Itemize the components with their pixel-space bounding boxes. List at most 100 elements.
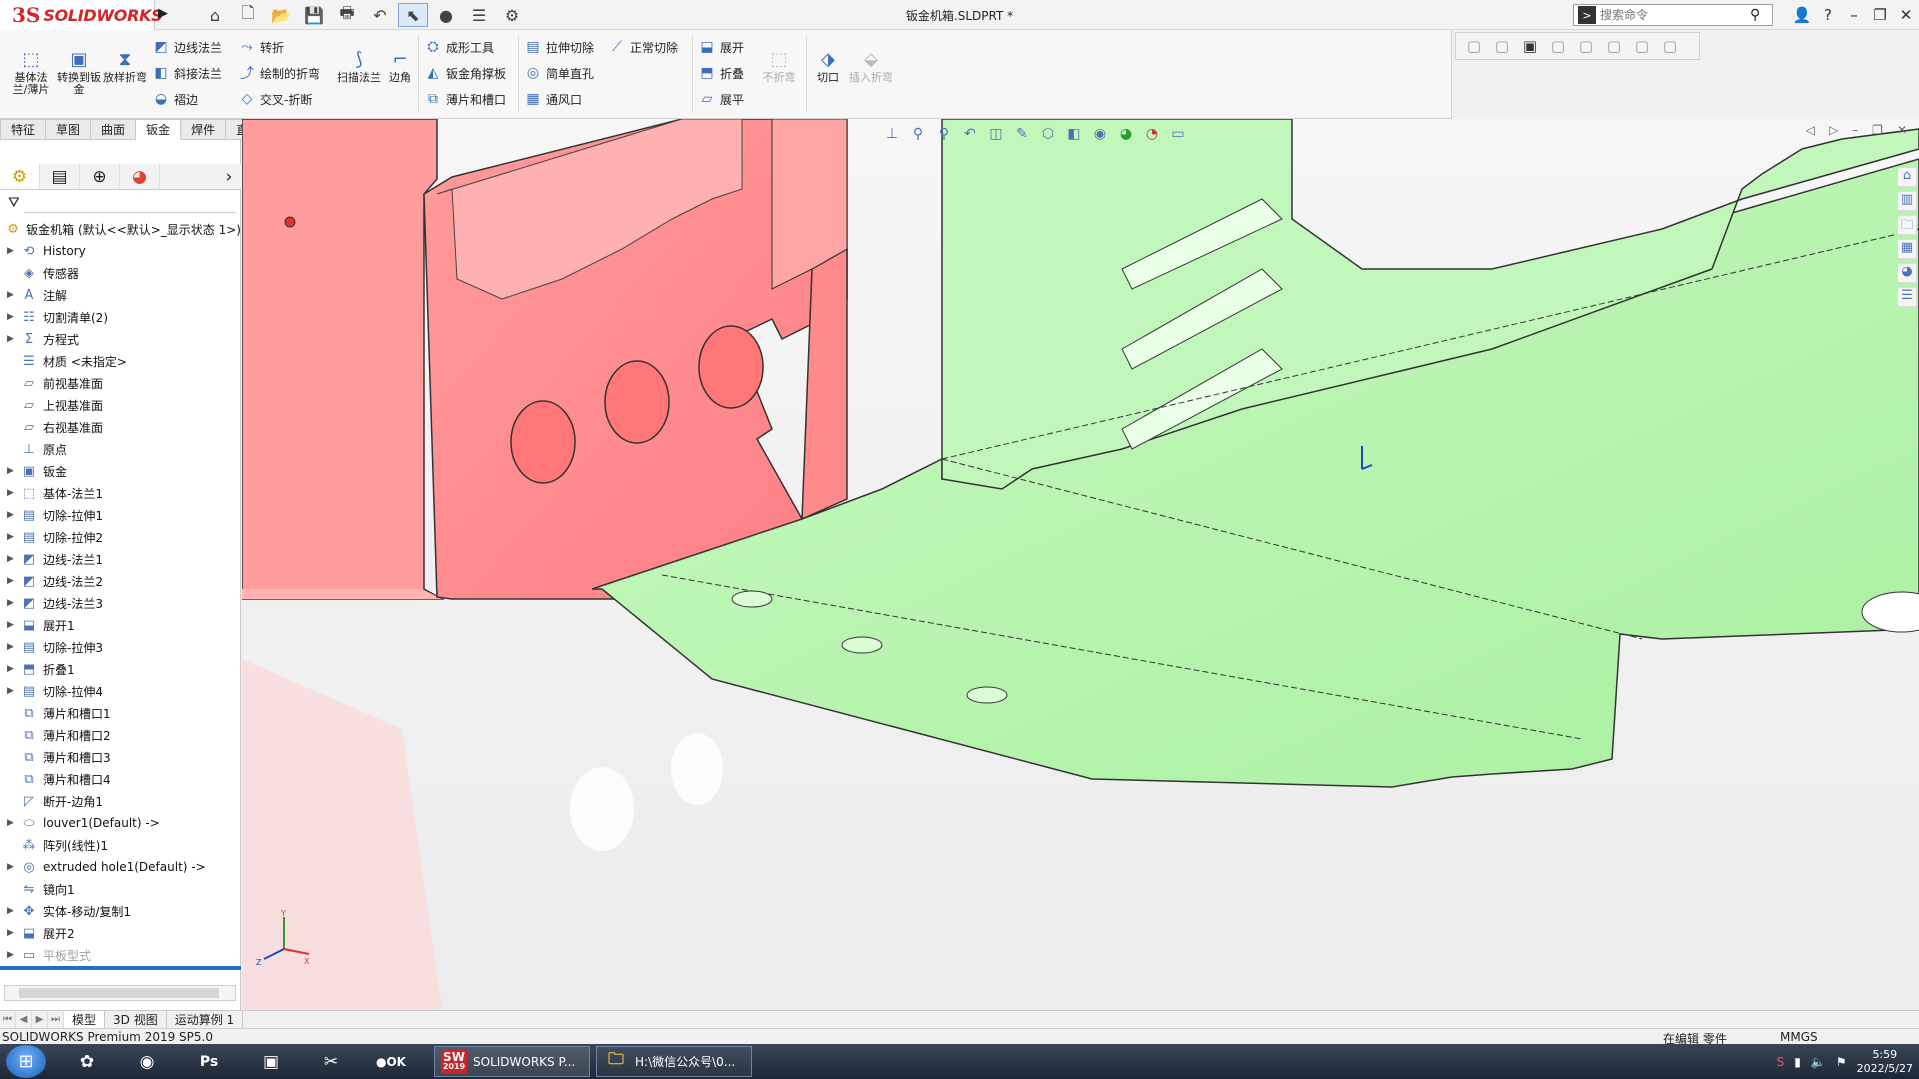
edge-flange-button[interactable]: ◩ 边线法兰: [152, 36, 222, 58]
select-icon[interactable]: ⬉: [398, 3, 428, 27]
tree-item[interactable]: ▶ ◩ 边线-法兰1: [0, 548, 241, 570]
expand-arrow-icon[interactable]: ▶: [7, 466, 19, 476]
tree-item[interactable]: ▶ ◎ extruded hole1(Default) ->: [0, 856, 241, 878]
search-input[interactable]: [1600, 8, 1750, 22]
tree-item[interactable]: ▶ ◩ 边线-法兰3: [0, 592, 241, 614]
tree-item[interactable]: ⧉ 薄片和槽口2: [0, 724, 241, 746]
vent-button[interactable]: ▦ 通风口: [524, 88, 582, 110]
expand-arrow-icon[interactable]: ▶: [7, 642, 19, 652]
tree-item[interactable]: ⇋ 镜向1: [0, 878, 241, 900]
tree-item[interactable]: ◸ 断开-边角1: [0, 790, 241, 812]
jog-button[interactable]: ⤳ 转折: [238, 36, 284, 58]
restore-icon[interactable]: ❐: [1867, 0, 1893, 30]
flatten-button[interactable]: ▱ 展平: [698, 88, 744, 110]
expand-arrow-icon[interactable]: ▶: [7, 950, 19, 960]
model-tab-0[interactable]: 模型: [64, 1011, 106, 1028]
extruded-cut-button[interactable]: ▤ 拉伸切除: [524, 36, 594, 58]
model-tab-1[interactable]: 3D 视图: [105, 1011, 167, 1028]
lofted-bend-button[interactable]: ⧗ 放样折弯: [102, 50, 148, 84]
toolbar-icon[interactable]: ▢: [1546, 37, 1570, 55]
monitor-icon[interactable]: ▭: [1168, 126, 1188, 142]
expand-arrow-icon[interactable]: ▶: [7, 334, 19, 344]
hide-show-icon[interactable]: ◉: [1090, 126, 1110, 142]
tab-slot-button[interactable]: ⧉ 薄片和槽口: [424, 88, 506, 110]
traffic-light-icon[interactable]: ●: [431, 3, 461, 27]
start-button[interactable]: ⊞: [6, 1045, 46, 1078]
tree-item[interactable]: ▶ ▭ 平板型式: [0, 944, 241, 966]
section-view-icon[interactable]: ◫: [986, 126, 1006, 142]
flag-icon[interactable]: ⚑: [1836, 1055, 1847, 1069]
filter-field[interactable]: [24, 195, 236, 213]
configuration-manager-icon[interactable]: ⊕: [80, 164, 120, 189]
gear-icon[interactable]: ⚙: [497, 3, 527, 27]
expand-arrow-icon[interactable]: ▶: [7, 818, 19, 828]
tree-item[interactable]: ▶ ▤ 切除-拉伸4: [0, 680, 241, 702]
solidworks-taskbar-window[interactable]: SW 2019 SOLIDWORKS P...: [434, 1046, 590, 1077]
expand-arrow-icon[interactable]: ▶: [7, 928, 19, 938]
insert-bends-button[interactable]: ⬙ 插入折弯: [848, 50, 894, 84]
tree-item[interactable]: ▶ ◩ 边线-法兰2: [0, 570, 241, 592]
tree-item[interactable]: ◈ 传感器: [0, 262, 241, 284]
tab-4[interactable]: 焊件: [181, 119, 227, 140]
horizontal-scrollbar[interactable]: [4, 985, 236, 1001]
tree-item[interactable]: ▶ ▤ 切除-拉伸2: [0, 526, 241, 548]
tree-item[interactable]: ▶ ▣ 钣金: [0, 460, 241, 482]
tree-item[interactable]: ☰ 材质 <未指定>: [0, 350, 241, 372]
expand-arrow-icon[interactable]: ▶: [7, 554, 19, 564]
ime-icon[interactable]: S: [1777, 1055, 1785, 1069]
view-orientation-icon[interactable]: ⊥: [882, 126, 902, 142]
appearances-icon[interactable]: ◕: [1897, 263, 1917, 283]
rip-button[interactable]: ⬗ 切口: [808, 50, 848, 84]
no-bends-button[interactable]: ⬚ 不折弯: [756, 50, 802, 84]
tree-item[interactable]: ⁂ 阵列(线性)1: [0, 834, 241, 856]
next-tab-icon[interactable]: ▶: [32, 1011, 48, 1028]
expand-arrow-icon[interactable]: ▶: [7, 620, 19, 630]
view-palette-icon[interactable]: ▦: [1897, 239, 1917, 259]
new-doc-icon[interactable]: 🗋: [233, 3, 263, 27]
tree-item[interactable]: ▶ ⬭ louver1(Default) ->: [0, 812, 241, 834]
search-box[interactable]: > ⚲: [1573, 4, 1773, 26]
viewport-restore-icon[interactable]: ❐: [1872, 123, 1883, 137]
clock[interactable]: 5:59 2022/5/27: [1857, 1048, 1913, 1076]
tab-0[interactable]: 特征: [0, 119, 47, 140]
photos-app-icon[interactable]: ✿: [60, 1046, 114, 1077]
tree-item[interactable]: ▶ ⬒ 折叠1: [0, 658, 241, 680]
expand-arrow-icon[interactable]: ▶: [7, 510, 19, 520]
filter-icon[interactable]: ⛛: [8, 195, 20, 211]
resources-icon[interactable]: ⌂: [1897, 167, 1917, 187]
tree-item[interactable]: ▶ ▤ 切除-拉伸3: [0, 636, 241, 658]
toolbar-icon[interactable]: ▢: [1658, 37, 1682, 55]
expand-arrow-icon[interactable]: ▶: [7, 246, 19, 256]
tree-item[interactable]: ▶ ▤ 切除-拉伸1: [0, 504, 241, 526]
tree-item[interactable]: ▶ ⟲ History: [0, 240, 241, 262]
tree-item[interactable]: ⧉ 薄片和槽口3: [0, 746, 241, 768]
appearance-icon[interactable]: ◕: [120, 164, 160, 189]
sketched-bend-button[interactable]: ⤴ 绘制的折弯: [238, 62, 320, 84]
tree-item[interactable]: ▶ ⬚ 基体-法兰1: [0, 482, 241, 504]
browser-app-icon[interactable]: ◉: [120, 1046, 174, 1077]
viewport-next-icon[interactable]: ▷: [1829, 123, 1838, 137]
toolbar-icon[interactable]: ▣: [1518, 37, 1542, 55]
tree-item[interactable]: ▶ ☷ 切割清单(2): [0, 306, 241, 328]
toolbar-icon[interactable]: ▢: [1574, 37, 1598, 55]
print-icon[interactable]: 🖶: [332, 3, 362, 27]
corner-button[interactable]: ⌐ 边角: [380, 50, 420, 84]
close-icon[interactable]: ✕: [1893, 0, 1919, 30]
prev-tab-icon[interactable]: ◀: [16, 1011, 32, 1028]
feature-manager-icon[interactable]: ⚙: [0, 164, 40, 189]
file-explorer-icon[interactable]: 🗀: [1897, 215, 1917, 235]
view-cube-icon[interactable]: ⬡: [1038, 126, 1058, 142]
expand-arrow-icon[interactable]: ▶: [7, 862, 19, 872]
units-selector[interactable]: MMGS: [1780, 1030, 1818, 1044]
tree-item[interactable]: ▶ ✥ 实体-移动/复制1: [0, 900, 241, 922]
miter-flange-button[interactable]: ◧ 斜接法兰: [152, 62, 222, 84]
viewport-minimize-icon[interactable]: –: [1852, 123, 1858, 137]
zoom-fit-icon[interactable]: ⚲: [908, 126, 928, 142]
tree-item[interactable]: ⧉ 薄片和槽口1: [0, 702, 241, 724]
tree-item[interactable]: ▱ 上视基准面: [0, 394, 241, 416]
toolbar-icon[interactable]: ▢: [1462, 37, 1486, 55]
model-tab-2[interactable]: 运动算例 1: [167, 1011, 244, 1028]
tree-root[interactable]: ⚙ 钣金机箱 (默认<<默认>_显示状态 1>): [0, 218, 241, 240]
cross-break-button[interactable]: ◇ 交叉-折断: [238, 88, 313, 110]
toolbar-icon[interactable]: ▢: [1490, 37, 1514, 55]
